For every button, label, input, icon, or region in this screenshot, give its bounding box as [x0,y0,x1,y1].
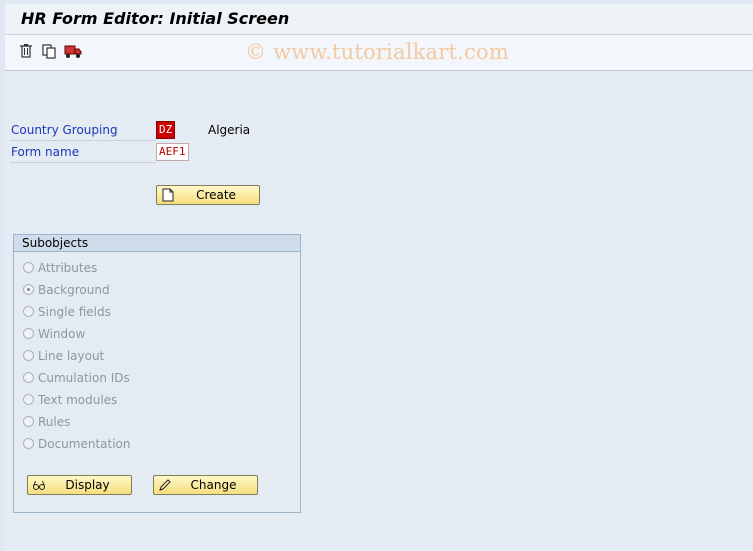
radio-label: Documentation [38,437,131,451]
transport-icon[interactable] [63,42,82,60]
radio-label: Rules [38,415,71,429]
radio-button[interactable] [23,328,34,339]
radio-button[interactable] [23,262,34,273]
page-title: HR Form Editor: Initial Screen [21,9,290,28]
display-button-label: Display [65,478,110,492]
trash-icon[interactable] [17,42,35,60]
radio-label: Background [38,283,110,297]
divider [10,140,156,141]
radio-button[interactable] [23,350,34,361]
divider [10,162,156,163]
form-name-label: Form name [11,145,80,159]
change-button-label: Change [190,478,237,492]
radio-button[interactable] [23,438,34,449]
title-bar: HR Form Editor: Initial Screen [5,4,753,35]
subobjects-title: Subobjects [22,236,89,250]
country-grouping-field[interactable]: DZ [156,121,176,139]
create-button[interactable]: Create [156,185,260,205]
change-button[interactable]: Change [153,475,258,495]
main-window: HR Form Editor: Initial Screen © www.tut… [5,4,753,551]
radio-label: Single fields [38,305,111,319]
subobjects-header: Subobjects [14,235,300,252]
radio-label: Line layout [38,349,105,363]
glasses-icon [32,478,46,492]
form-name-field[interactable]: AEF1 [156,143,189,161]
radio-label: Window [38,327,86,341]
subobjects-group: Subobjects Attributes Background Single … [13,234,301,513]
radio-button[interactable] [23,306,34,317]
pencil-icon [158,478,172,492]
country-grouping-label: Country Grouping [11,123,118,137]
application-toolbar: © www.tutorialkart.com [5,35,753,71]
watermark: © www.tutorialkart.com [245,40,509,64]
country-name: Algeria [208,123,251,137]
radio-label: Attributes [38,261,98,275]
radio-button[interactable] [23,394,34,405]
new-document-icon [161,188,175,202]
copy-icon[interactable] [40,42,58,60]
radio-button[interactable] [23,372,34,383]
radio-button[interactable] [23,416,34,427]
create-button-label: Create [196,188,236,202]
display-button[interactable]: Display [27,475,132,495]
radio-label: Text modules [38,393,118,407]
radio-label: Cumulation IDs [38,371,130,385]
radio-button[interactable] [23,284,34,295]
